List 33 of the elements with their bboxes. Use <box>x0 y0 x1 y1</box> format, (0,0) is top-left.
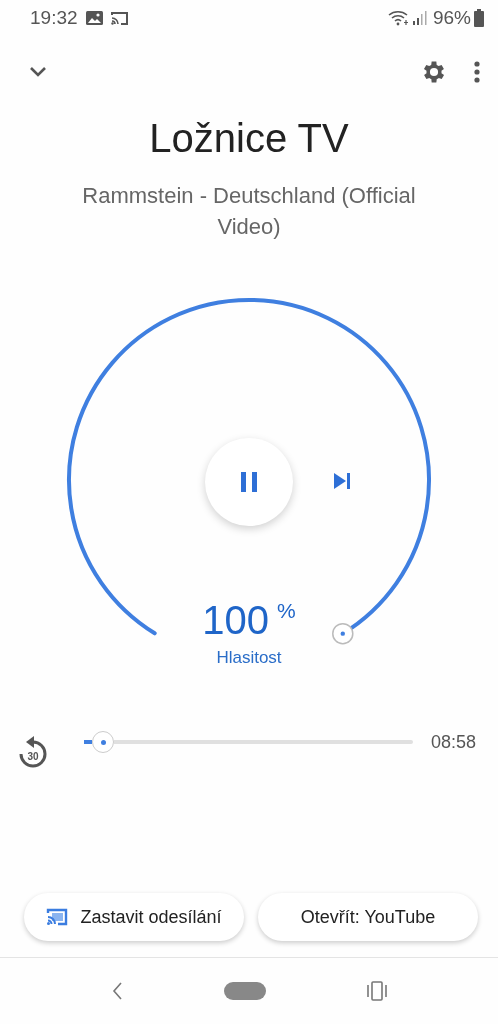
media-title: Rammstein - Deutschland (Official Video) <box>81 182 417 241</box>
more-icon <box>474 61 480 83</box>
image-icon <box>85 11 103 25</box>
skip-next-button[interactable] <box>332 472 352 490</box>
volume-unit: % <box>277 598 296 624</box>
chevron-down-icon <box>28 66 48 78</box>
volume-label: Hlasitost <box>215 648 283 668</box>
back-button[interactable] <box>110 981 123 1001</box>
back-icon <box>110 981 123 1001</box>
home-icon <box>224 982 266 1000</box>
recents-icon <box>367 981 388 1001</box>
stop-casting-button[interactable]: Zastavit odesílání <box>24 893 244 941</box>
cast-icon <box>110 11 129 25</box>
collapse-button[interactable] <box>28 66 48 78</box>
battery-icon <box>474 9 484 27</box>
play-pause-button[interactable] <box>205 438 293 526</box>
signal-icon <box>412 11 427 25</box>
device-title: Ložnice TV <box>149 115 349 162</box>
skip-next-icon <box>332 472 352 490</box>
recents-button[interactable] <box>367 981 388 1001</box>
seek-thumb[interactable] <box>92 731 114 753</box>
volume-handle[interactable] <box>332 622 354 645</box>
battery-percent: 96% <box>432 7 471 29</box>
cast-icon <box>46 908 69 926</box>
rewind-button[interactable]: 30 <box>16 736 50 770</box>
open-app-button[interactable]: Otevřít: YouTube <box>258 893 478 941</box>
duration-text: 08:58 <box>430 731 476 753</box>
more-button[interactable] <box>474 61 480 83</box>
volume-value: 100 <box>202 598 270 642</box>
pause-icon <box>240 472 258 492</box>
status-time: 19:32 <box>30 7 78 29</box>
wifi-icon <box>387 10 410 26</box>
home-button[interactable] <box>224 982 266 1000</box>
